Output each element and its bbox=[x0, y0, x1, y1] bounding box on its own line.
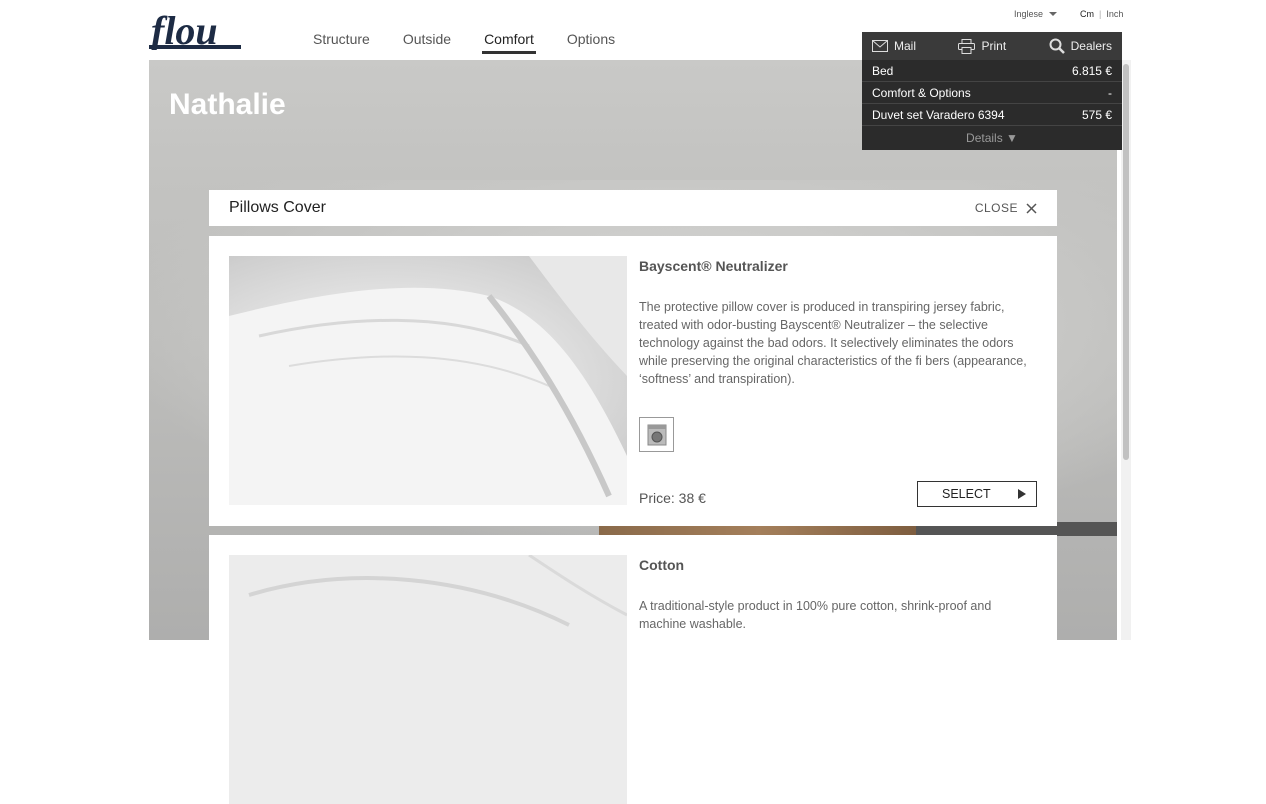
search-icon bbox=[1049, 38, 1065, 54]
svg-text:flou: flou bbox=[151, 8, 218, 50]
print-label: Print bbox=[981, 39, 1007, 53]
play-arrow-icon bbox=[1018, 489, 1026, 499]
page-title: Nathalie bbox=[169, 88, 286, 121]
summary-row-comfort: Comfort & Options - bbox=[862, 82, 1122, 104]
product-card: Bayscent® Neutralizer The protective pil… bbox=[209, 236, 1057, 526]
close-button[interactable]: CLOSE bbox=[975, 201, 1037, 215]
product-image-pillow bbox=[229, 256, 627, 505]
product-info: Cotton A traditional-style product in 10… bbox=[639, 557, 1035, 633]
summary-row-bed: Bed 6.815 € bbox=[862, 60, 1122, 82]
unit-inch[interactable]: Inch bbox=[1106, 9, 1123, 19]
dealers-label: Dealers bbox=[1070, 39, 1112, 53]
summary-row-value: 6.815 € bbox=[1071, 64, 1112, 78]
flou-logo-icon: flou bbox=[149, 8, 241, 53]
mail-icon bbox=[872, 40, 888, 52]
summary-row-duvet: Duvet set Varadero 6394 575 € bbox=[862, 104, 1122, 126]
washing-machine-icon bbox=[639, 417, 674, 452]
product-name: Bayscent® Neutralizer bbox=[639, 258, 788, 274]
dealers-button[interactable]: Dealers bbox=[1049, 38, 1112, 54]
pillow-illustration bbox=[229, 555, 627, 804]
tab-comfort[interactable]: Comfort bbox=[482, 31, 536, 54]
details-toggle[interactable]: Details ▼ bbox=[862, 126, 1122, 150]
product-price: Price: 38 € bbox=[639, 490, 706, 506]
product-description: The protective pillow cover is produced … bbox=[639, 300, 1027, 386]
language-label: Inglese bbox=[1014, 9, 1044, 19]
summary-toolbar: Mail Print Dealers bbox=[862, 32, 1122, 60]
pillow-illustration bbox=[229, 256, 627, 505]
washing-machine-glyph bbox=[647, 424, 666, 445]
tab-options[interactable]: Options bbox=[567, 31, 615, 53]
summary-row-value: - bbox=[1108, 86, 1112, 100]
summary-row-label: Bed bbox=[872, 64, 894, 78]
product-image-pillow bbox=[229, 555, 627, 804]
product-name: Cotton bbox=[639, 557, 685, 573]
product-description: A traditional-style product in 100% pure… bbox=[639, 599, 992, 631]
tab-outside[interactable]: Outside bbox=[403, 31, 451, 53]
flou-logo[interactable]: flou bbox=[149, 8, 241, 55]
unit-separator: | bbox=[1099, 9, 1102, 19]
close-label: CLOSE bbox=[974, 201, 1018, 215]
main-nav: Structure Outside Comfort Options bbox=[313, 31, 648, 54]
summary-row-label: Duvet set Varadero 6394 bbox=[872, 108, 1005, 122]
summary-row-label: Comfort & Options bbox=[872, 86, 971, 100]
chevron-down-icon bbox=[1049, 12, 1058, 16]
select-label: SELECT bbox=[942, 487, 991, 501]
product-card: Cotton A traditional-style product in 10… bbox=[209, 535, 1057, 804]
unit-cm[interactable]: Cm bbox=[1080, 9, 1094, 19]
modal-title: Pillows Cover bbox=[229, 199, 326, 216]
print-button[interactable]: Print bbox=[958, 38, 1007, 54]
printer-icon bbox=[958, 38, 976, 54]
product-info: Bayscent® Neutralizer The protective pil… bbox=[639, 258, 1035, 388]
unit-switch: Cm | Inch bbox=[1080, 9, 1123, 19]
modal-header: Pillows Cover CLOSE bbox=[209, 190, 1057, 226]
close-icon bbox=[1026, 202, 1037, 214]
language-selector[interactable]: Inglese bbox=[1014, 9, 1058, 19]
summary-row-value: 575 € bbox=[1081, 108, 1112, 122]
scrollbar[interactable] bbox=[1121, 60, 1131, 640]
scrollbar-thumb[interactable] bbox=[1123, 64, 1129, 460]
mail-label: Mail bbox=[894, 39, 917, 53]
mail-button[interactable]: Mail bbox=[872, 39, 916, 53]
tab-structure[interactable]: Structure bbox=[313, 31, 370, 53]
price-summary-panel: Mail Print Dealers Bed 6.815 € Comfort &… bbox=[862, 32, 1122, 150]
select-button[interactable]: SELECT bbox=[917, 481, 1037, 507]
